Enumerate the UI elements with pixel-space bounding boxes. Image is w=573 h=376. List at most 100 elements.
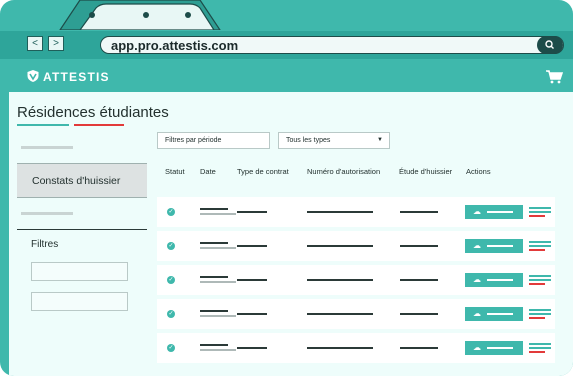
period-filter-placeholder: Filtres par période [165,137,222,144]
download-button[interactable]: ☁ [465,307,523,321]
cloud-download-icon: ☁ [473,275,481,284]
title-underline-accent [17,124,69,126]
sidebar-item-placeholder[interactable] [21,146,73,149]
button-label-placeholder [487,245,513,247]
menu-icon-bar [529,215,545,217]
date-value-placeholder [200,247,236,249]
bailiff-office-placeholder [400,347,438,349]
cloud-download-icon: ☁ [473,241,481,250]
tab-dot-icon [185,12,191,18]
date-value-placeholder [200,344,228,346]
date-value-placeholder [200,310,228,312]
download-button[interactable]: ☁ [465,273,523,287]
menu-icon-bar [529,283,545,285]
table-row[interactable]: ✓ ☁ [157,299,555,329]
contract-type-placeholder [237,313,267,315]
cloud-download-icon: ☁ [473,309,481,318]
download-button[interactable]: ☁ [465,205,523,219]
table-row[interactable]: ✓ ☁ [157,197,555,227]
sidebar-item-label: Constats d'huissier [32,175,121,187]
tab-dot-icon [89,12,95,18]
cart-icon[interactable] [545,70,563,84]
type-select[interactable]: Tous les types ▼ [278,132,390,149]
menu-icon-bar [529,245,551,247]
column-header-actions: Actions [466,167,491,176]
type-select-value: Tous les types [286,137,331,144]
download-button[interactable]: ☁ [465,341,523,355]
sidebar-item-constats[interactable]: Constats d'huissier [17,163,147,198]
cloud-download-icon: ☁ [473,207,481,216]
date-value-placeholder [200,349,236,351]
menu-icon-bar [529,351,545,353]
button-label-placeholder [487,347,513,349]
contract-type-placeholder [237,211,267,213]
table-row[interactable]: ✓ ☁ [157,265,555,295]
period-filter-input[interactable]: Filtres par période [157,132,270,149]
authorization-number-placeholder [307,313,373,315]
page-title: Résidences étudiantes [17,104,169,121]
status-check-icon: ✓ [167,208,175,216]
menu-icon-bar [529,279,551,281]
brand-name: ATTESTIS [43,70,110,84]
table-row[interactable]: ✓ ☁ [157,333,555,363]
date-value-placeholder [200,213,236,215]
date-value-placeholder [200,208,228,210]
contract-type-placeholder [237,245,267,247]
status-check-icon: ✓ [167,276,175,284]
title-underline-danger [74,124,124,126]
contract-type-placeholder [237,279,267,281]
browser-window: < > app.pro.attestis.com ATTESTIS Réside… [0,0,573,376]
date-value-placeholder [200,242,228,244]
forward-button[interactable]: > [48,36,64,51]
status-check-icon: ✓ [167,242,175,250]
menu-icon-bar [529,313,551,315]
filter-input[interactable] [31,262,128,281]
search-icon [545,40,554,49]
column-header-authorization-number: Numéro d'autorisation [307,167,381,176]
button-label-placeholder [487,313,513,315]
attestis-logo-icon [27,70,39,82]
sidebar-item-placeholder[interactable] [21,212,73,215]
download-button[interactable]: ☁ [465,239,523,253]
cloud-download-icon: ☁ [473,343,481,352]
chevron-down-icon: ▼ [377,137,383,143]
bailiff-office-placeholder [400,313,438,315]
menu-icon[interactable] [529,275,551,277]
bailiff-office-placeholder [400,211,438,213]
browser-tab-strip [59,0,221,30]
menu-icon-bar [529,317,545,319]
bailiff-office-placeholder [400,279,438,281]
date-value-placeholder [200,281,236,283]
date-value-placeholder [200,315,236,317]
column-header-status: Statut [165,167,185,176]
search-button[interactable] [537,36,563,54]
url-field[interactable]: app.pro.attestis.com [100,36,564,54]
authorization-number-placeholder [307,279,373,281]
column-header-bailiff-office: Étude d'huissier [399,167,453,176]
authorization-number-placeholder [307,211,373,213]
authorization-number-placeholder [307,347,373,349]
menu-icon-bar [529,249,545,251]
filters-label: Filtres [31,239,59,250]
menu-icon-bar [529,347,551,349]
table-row[interactable]: ✓ ☁ [157,231,555,261]
tab-dot-icon [143,12,149,18]
menu-icon[interactable] [529,207,551,209]
url-text: app.pro.attestis.com [111,38,239,53]
authorization-number-placeholder [307,245,373,247]
menu-icon[interactable] [529,241,551,243]
menu-icon[interactable] [529,309,551,311]
status-check-icon: ✓ [167,310,175,318]
menu-icon-bar [529,211,551,213]
button-label-placeholder [487,279,513,281]
filter-input[interactable] [31,292,128,311]
column-header-contract-type: Type de contrat [237,167,289,176]
back-button[interactable]: < [27,36,43,51]
status-check-icon: ✓ [167,344,175,352]
sidebar-divider [17,229,147,230]
menu-icon[interactable] [529,343,551,345]
button-label-placeholder [487,211,513,213]
contract-type-placeholder [237,347,267,349]
date-value-placeholder [200,276,228,278]
bailiff-office-placeholder [400,245,438,247]
